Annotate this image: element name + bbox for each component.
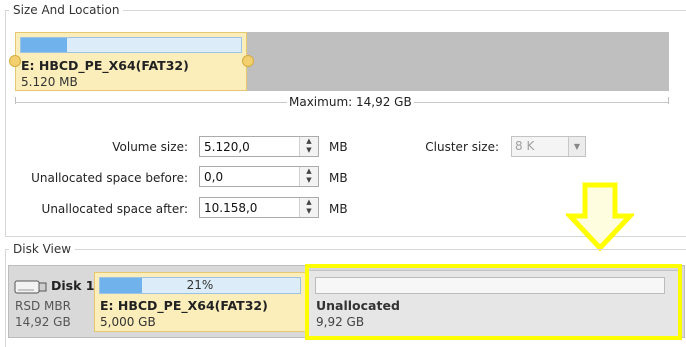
volume-size-unit: MB <box>329 140 348 154</box>
disk-view-title: Disk View <box>9 242 76 256</box>
unallocated-before-spinner[interactable]: ▲ ▼ <box>299 167 318 186</box>
disk-name: Disk 1 <box>51 278 95 293</box>
spin-down-icon[interactable]: ▼ <box>300 176 318 185</box>
unallocated-before-label: Unallocated space before: <box>31 171 188 185</box>
spin-up-icon[interactable]: ▲ <box>300 198 318 207</box>
cluster-size-label: Cluster size: <box>425 140 499 154</box>
down-arrow-shape <box>566 182 634 252</box>
partition-usage-bar <box>20 37 242 53</box>
unallocated-after-field[interactable] <box>200 198 300 217</box>
disk-type: RSD MBR <box>15 299 71 313</box>
size-location-title: Size And Location <box>9 3 124 17</box>
volume-size-label: Volume size: <box>112 140 188 154</box>
chevron-down-icon[interactable]: ▼ <box>568 137 585 156</box>
spin-down-icon[interactable]: ▼ <box>300 207 318 216</box>
disk-partition-name: E: HBCD_PE_X64(FAT32) <box>100 298 268 313</box>
unallocated-before-unit: MB <box>329 171 348 185</box>
down-arrow-icon <box>566 182 634 252</box>
cluster-size-value: 8 K <box>515 139 535 153</box>
spin-up-icon[interactable]: ▲ <box>300 167 318 176</box>
spin-down-icon[interactable]: ▼ <box>300 146 318 155</box>
cluster-size-select[interactable]: 8 K ▼ <box>511 136 586 157</box>
unallocated-after-spinner[interactable]: ▲ ▼ <box>299 198 318 217</box>
unallocated-after-unit: MB <box>329 202 348 216</box>
partition-usage-fill <box>21 38 68 52</box>
partition-size: 5.120 MB <box>21 75 78 89</box>
volume-size-spinner[interactable]: ▲ ▼ <box>299 137 318 156</box>
unallocated-before-input[interactable]: ▲ ▼ <box>199 166 319 187</box>
resize-handle-right[interactable] <box>242 55 254 67</box>
unallocated-before-field[interactable] <box>200 167 300 186</box>
usb-drive-icon <box>14 280 47 294</box>
partition-block[interactable]: E: HBCD_PE_X64(FAT32) 5.120 MB <box>15 32 247 91</box>
disk-partition-usage-bar: 21% <box>99 277 301 294</box>
volume-size-field[interactable] <box>200 137 300 156</box>
disk-partition-size: 5,000 GB <box>100 315 156 329</box>
usage-percent: 21% <box>186 278 214 292</box>
disk-size: 14,92 GB <box>15 315 71 329</box>
unallocated-highlight-box <box>305 264 682 340</box>
unallocated-after-label: Unallocated space after: <box>41 202 188 216</box>
spin-up-icon[interactable]: ▲ <box>300 137 318 146</box>
unallocated-after-input[interactable]: ▲ ▼ <box>199 197 319 218</box>
maximum-tick-right <box>668 97 669 104</box>
disk-partition-block[interactable]: 21% E: HBCD_PE_X64(FAT32) 5,000 GB <box>94 272 306 332</box>
resize-handle-left[interactable] <box>9 55 21 67</box>
maximum-label: Maximum: 14,92 GB <box>287 95 414 109</box>
volume-size-input[interactable]: ▲ ▼ <box>199 136 319 157</box>
partition-name: E: HBCD_PE_X64(FAT32) <box>21 58 189 73</box>
